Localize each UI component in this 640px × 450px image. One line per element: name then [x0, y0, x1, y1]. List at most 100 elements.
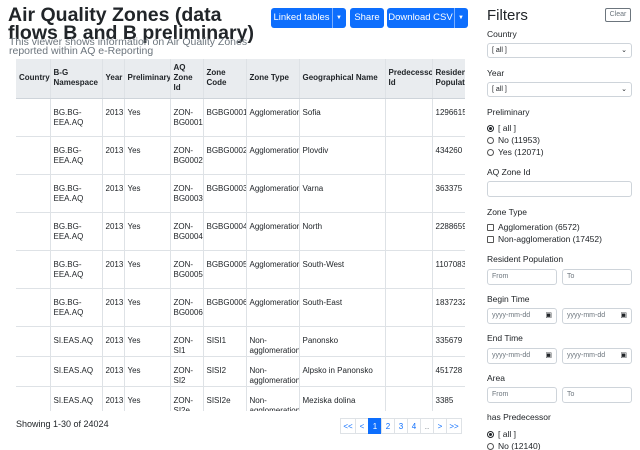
- checkbox-icon[interactable]: [487, 224, 494, 231]
- clear-filters-button[interactable]: Clear: [605, 8, 631, 22]
- table-row[interactable]: BG.BG-EEA.AQ 2013 Yes ZON-BG0002 BGBG0002 Agg…: [16, 135, 465, 174]
- page-2-button[interactable]: 2: [381, 418, 395, 434]
- country-select[interactable]: [ all ] ⌄: [487, 43, 632, 58]
- cell-country: [16, 135, 51, 174]
- begin-time-filter-label: Begin Time: [487, 294, 530, 304]
- calendar-icon[interactable]: ▣: [545, 309, 552, 323]
- download-csv-button[interactable]: Download CSV ▼: [387, 8, 468, 28]
- radio-icon[interactable]: [487, 149, 494, 156]
- begin-time-from-input[interactable]: yyyy-mm-dd ▣: [487, 308, 557, 324]
- cell-zone-type: Agglomeration: [246, 211, 300, 250]
- cell-predecessor-id: [385, 135, 433, 174]
- col-header-namespace[interactable]: B-G Namespace: [50, 59, 103, 99]
- end-time-to-input[interactable]: yyyy-mm-dd ▣: [562, 348, 632, 364]
- has-predecessor-option-all[interactable]: [ all ]: [487, 429, 516, 439]
- zone-type-option-agglomeration[interactable]: Agglomeration (6572): [487, 222, 580, 232]
- cell-zone-code: SISI2: [203, 355, 247, 386]
- calendar-icon[interactable]: ▣: [545, 349, 552, 363]
- cell-resident-population: 335679: [432, 325, 465, 356]
- col-header-preliminary[interactable]: Preliminary: [124, 59, 171, 99]
- col-header-zone-type[interactable]: Zone Type: [246, 59, 300, 99]
- col-header-country[interactable]: Country: [16, 59, 51, 99]
- table-row[interactable]: BG.BG-EEA.AQ 2013 Yes ZON-BG0005 BGBG0005 Agg…: [16, 249, 465, 288]
- col-header-zone-code[interactable]: Zone Code: [203, 59, 247, 99]
- has-predecessor-option-no[interactable]: No (12140): [487, 441, 541, 450]
- results-table-container[interactable]: Country B-G Namespace Year Preliminary A…: [16, 59, 465, 411]
- cell-year: 2013: [102, 287, 125, 326]
- caret-down-icon[interactable]: ▼: [332, 8, 346, 28]
- page-first-button[interactable]: <<: [340, 418, 356, 434]
- page-prev-button[interactable]: <: [355, 418, 369, 434]
- table-row[interactable]: BG.BG-EEA.AQ 2013 Yes ZON-BG0004 BGBG0004 Agg…: [16, 211, 465, 250]
- cell-resident-population: 1837232: [432, 287, 465, 326]
- table-row[interactable]: SI.EAS.AQ 2013 Yes ZON-SI2e SISI2e Non-agglom…: [16, 385, 465, 411]
- table-row[interactable]: BG.BG-EEA.AQ 2013 Yes ZON-BG0001 BGBG0001 Agg…: [16, 97, 465, 136]
- page-3-button[interactable]: 3: [394, 418, 408, 434]
- table-row[interactable]: BG.BG-EEA.AQ 2013 Yes ZON-BG0003 BGBG0003 Agg…: [16, 173, 465, 212]
- page-1-button[interactable]: 1: [368, 418, 382, 434]
- begin-time-to-input[interactable]: yyyy-mm-dd ▣: [562, 308, 632, 324]
- cell-country: [16, 173, 51, 212]
- caret-down-icon[interactable]: ▼: [454, 8, 468, 28]
- col-header-year[interactable]: Year: [102, 59, 125, 99]
- cell-namespace: BG.BG-EEA.AQ: [50, 249, 103, 288]
- cell-aq-zone-id: ZON-BG0001: [170, 97, 204, 136]
- calendar-icon[interactable]: ▣: [620, 349, 627, 363]
- linked-tables-button[interactable]: Linked tables ▼: [271, 8, 346, 28]
- cell-preliminary: Yes: [124, 385, 171, 411]
- preliminary-option-no[interactable]: No (11953): [487, 135, 540, 145]
- preliminary-option-yes[interactable]: Yes (12071): [487, 147, 544, 157]
- cell-year: 2013: [102, 355, 125, 386]
- col-header-aq-zone-id[interactable]: AQ Zone Id: [170, 59, 204, 99]
- cell-geographical-name: South-East: [299, 287, 386, 326]
- area-to-input[interactable]: To: [562, 387, 632, 403]
- page-last-button[interactable]: >>: [446, 418, 462, 434]
- cell-country: [16, 249, 51, 288]
- radio-selected-icon[interactable]: [487, 125, 494, 132]
- cell-zone-type: Agglomeration: [246, 97, 300, 136]
- table-row[interactable]: SI.EAS.AQ 2013 Yes ZON-SI2 SISI2 Non-agglomer…: [16, 355, 465, 386]
- zone-type-filter-label: Zone Type: [487, 207, 528, 217]
- page-next-button[interactable]: >: [433, 418, 447, 434]
- area-from-input[interactable]: From: [487, 387, 557, 403]
- cell-geographical-name: Varna: [299, 173, 386, 212]
- radio-selected-icon[interactable]: [487, 431, 494, 438]
- cell-year: 2013: [102, 211, 125, 250]
- table-row[interactable]: BG.BG-EEA.AQ 2013 Yes ZON-BG0006 BGBG0006 Agg…: [16, 287, 465, 326]
- cell-geographical-name: North: [299, 211, 386, 250]
- col-header-resident-population[interactable]: Resident Population: [432, 59, 465, 99]
- radio-icon[interactable]: [487, 137, 494, 144]
- calendar-icon[interactable]: ▣: [620, 309, 627, 323]
- resident-population-from-input[interactable]: From: [487, 269, 557, 285]
- cell-zone-code: BGBG0006: [203, 287, 247, 326]
- has-predecessor-filter-label: has Predecessor: [487, 412, 551, 422]
- cell-zone-code: BGBG0005: [203, 249, 247, 288]
- cell-preliminary: Yes: [124, 249, 171, 288]
- resident-population-filter-label: Resident Population: [487, 254, 564, 264]
- share-button[interactable]: Share: [350, 8, 384, 28]
- end-time-from-input[interactable]: yyyy-mm-dd ▣: [487, 348, 557, 364]
- radio-icon[interactable]: [487, 443, 494, 450]
- cell-zone-type: Non-agglomeration: [246, 385, 300, 411]
- results-table: Country B-G Namespace Year Preliminary A…: [16, 59, 465, 411]
- resident-population-to-input[interactable]: To: [562, 269, 632, 285]
- end-time-filter-label: End Time: [487, 333, 523, 343]
- zone-type-option-non-agglomeration[interactable]: Non-agglomeration (17452): [487, 234, 602, 244]
- cell-resident-population: 451728: [432, 355, 465, 386]
- aq-zone-id-input[interactable]: [487, 181, 632, 197]
- year-select[interactable]: [ all ] ⌄: [487, 82, 632, 97]
- col-header-geographical-name[interactable]: Geographical Name: [299, 59, 386, 99]
- cell-preliminary: Yes: [124, 287, 171, 326]
- cell-predecessor-id: [385, 287, 433, 326]
- preliminary-option-all[interactable]: [ all ]: [487, 123, 516, 133]
- cell-resident-population: 2288659: [432, 211, 465, 250]
- cell-country: [16, 385, 51, 411]
- col-header-predecessor-id[interactable]: Predecessor Id: [385, 59, 433, 99]
- aq-zone-id-filter-label: AQ Zone Id: [487, 167, 531, 177]
- table-row[interactable]: SI.EAS.AQ 2013 Yes ZON-SI1 SISI1 Non-agglomer…: [16, 325, 465, 356]
- cell-predecessor-id: [385, 385, 433, 411]
- download-csv-label: Download CSV: [388, 12, 453, 23]
- page-4-button[interactable]: 4: [407, 418, 421, 434]
- chevron-down-icon: ⌄: [621, 47, 627, 54]
- checkbox-icon[interactable]: [487, 236, 494, 243]
